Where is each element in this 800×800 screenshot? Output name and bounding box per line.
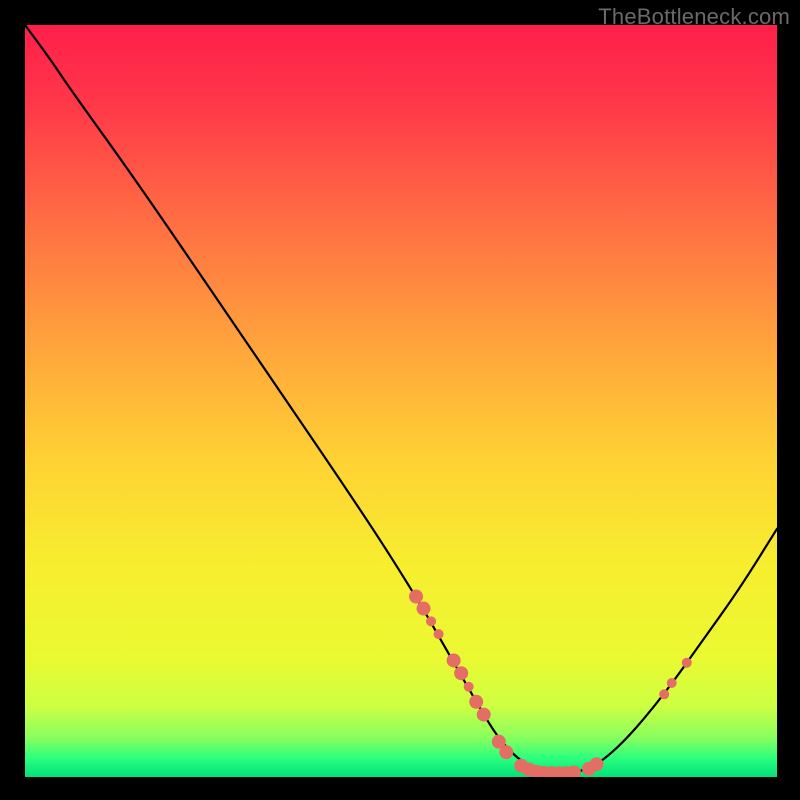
benchmark-point [454,666,468,680]
benchmark-point [682,658,692,668]
benchmark-point [447,653,461,667]
benchmark-point [667,678,677,688]
benchmark-point [417,602,431,616]
benchmark-point [499,745,513,759]
benchmark-point [477,708,491,722]
benchmark-point [659,689,669,699]
benchmark-point [434,629,444,639]
gradient-background [25,25,777,777]
benchmark-point [409,590,423,604]
benchmark-point [426,616,436,626]
benchmark-point [469,695,483,709]
plot-area [25,25,777,777]
benchmark-point [590,757,604,771]
chart-frame: TheBottleneck.com [0,0,800,800]
watermark-text: TheBottleneck.com [598,4,790,30]
benchmark-point [464,682,474,692]
chart-svg [25,25,777,777]
